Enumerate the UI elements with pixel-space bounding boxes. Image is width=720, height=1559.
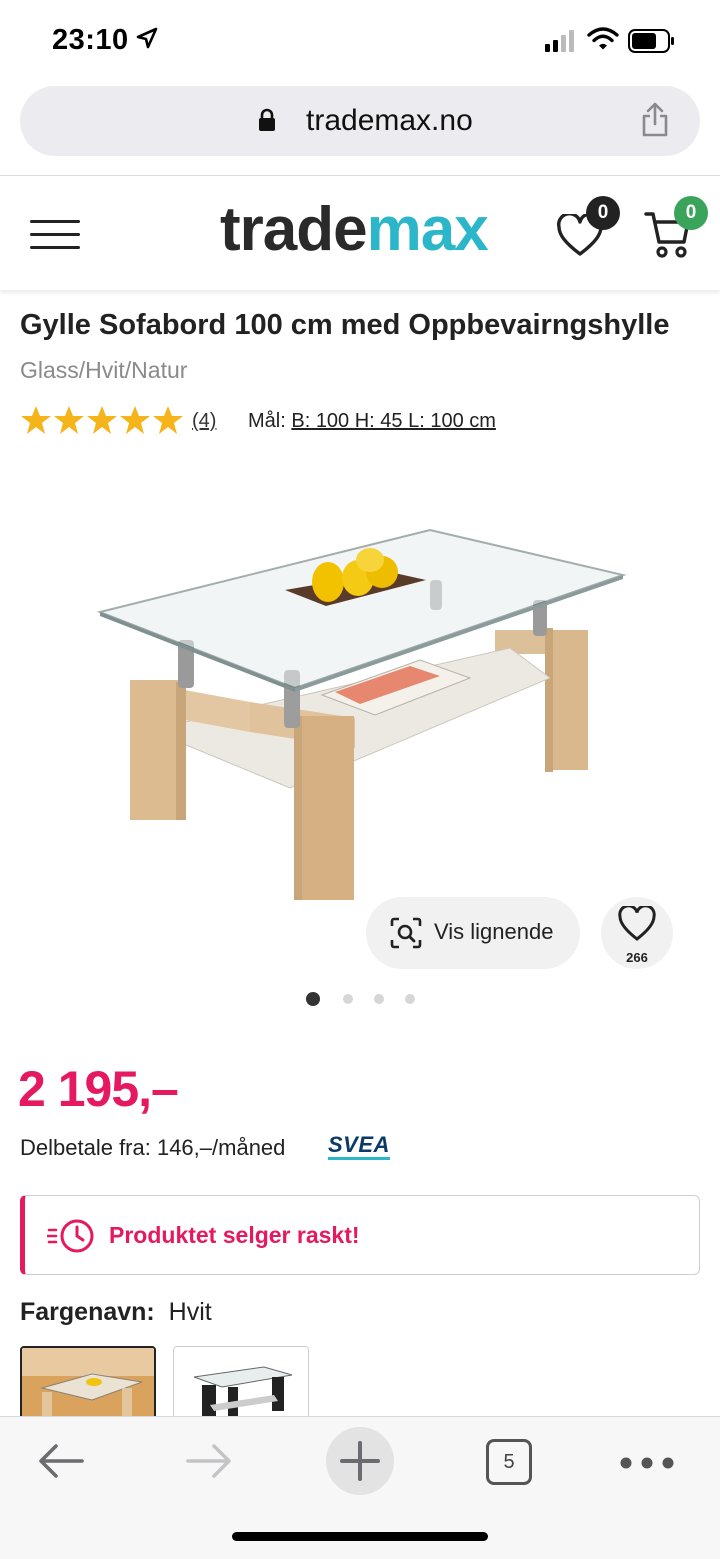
svea-logo[interactable]: SVEA bbox=[328, 1133, 390, 1160]
selling-fast-alert: Produktet selger raskt! bbox=[20, 1195, 700, 1275]
plus-icon bbox=[340, 1441, 380, 1481]
product-image[interactable] bbox=[90, 520, 630, 910]
location-arrow-icon bbox=[136, 27, 158, 49]
carousel-dot[interactable] bbox=[343, 994, 353, 1004]
heart-icon bbox=[618, 906, 656, 941]
hamburger-menu-icon[interactable] bbox=[30, 220, 80, 254]
trademax-logo[interactable]: trademax bbox=[220, 194, 489, 265]
product-variant: Glass/Hvit/Natur bbox=[20, 357, 188, 383]
carousel-dot[interactable] bbox=[405, 994, 415, 1004]
product-name: Gylle Sofabord 100 cm med Oppbevairngshy… bbox=[20, 309, 670, 341]
fast-clock-icon bbox=[47, 1219, 94, 1253]
dimensions: Mål: B: 100 H: 45 L: 100 cm bbox=[248, 410, 496, 433]
color-swatch-natur[interactable] bbox=[20, 1346, 156, 1426]
share-icon[interactable] bbox=[640, 102, 670, 138]
favorite-count: 266 bbox=[626, 950, 648, 965]
product-title: Gylle Sofabord 100 cm med Oppbevairngshy… bbox=[20, 303, 700, 392]
favorite-button[interactable]: 266 bbox=[601, 897, 673, 969]
status-bar: 23:10 bbox=[0, 0, 720, 82]
cart-count-badge: 0 bbox=[674, 196, 708, 230]
visual-search-icon bbox=[390, 917, 422, 949]
address-bar[interactable]: trademax.no bbox=[20, 86, 700, 156]
installment-text: Delbetale fra: 146,–/måned bbox=[20, 1135, 286, 1160]
carousel-dot[interactable] bbox=[306, 992, 320, 1006]
carousel-dot[interactable] bbox=[374, 994, 384, 1004]
vis-lignende-label: Vis lignende bbox=[434, 919, 554, 944]
url-text: trademax.no bbox=[306, 104, 473, 137]
tabs-button[interactable]: 5 bbox=[486, 1439, 532, 1485]
selling-fast-text: Produktet selger raskt! bbox=[109, 1222, 360, 1248]
more-icon[interactable] bbox=[620, 1455, 674, 1471]
color-name-label: Fargenavn: bbox=[20, 1298, 155, 1326]
new-tab-button[interactable] bbox=[326, 1427, 394, 1495]
star-rating-icon[interactable] bbox=[20, 404, 185, 436]
dimensions-label: Mål: bbox=[248, 410, 286, 432]
vis-lignende-button[interactable]: Vis lignende bbox=[366, 897, 580, 969]
dimensions-value[interactable]: B: 100 H: 45 L: 100 cm bbox=[291, 410, 496, 432]
color-swatch-svart[interactable] bbox=[173, 1346, 309, 1426]
review-count-link[interactable]: (4) bbox=[192, 410, 216, 433]
site-header: trademax bbox=[0, 176, 720, 290]
color-name-value: Hvit bbox=[168, 1298, 212, 1326]
product-price: 2 195,– bbox=[18, 1061, 179, 1117]
home-indicator[interactable] bbox=[232, 1532, 488, 1541]
lock-icon bbox=[259, 108, 275, 131]
battery-icon bbox=[628, 29, 674, 53]
back-arrow-icon[interactable] bbox=[36, 1441, 86, 1481]
forward-arrow-icon[interactable] bbox=[184, 1441, 234, 1481]
cellular-signal-icon bbox=[545, 30, 574, 52]
color-name-row: Fargenavn: Hvit bbox=[20, 1298, 212, 1327]
wishlist-count-badge: 0 bbox=[586, 196, 620, 230]
status-time: 23:10 bbox=[52, 24, 129, 56]
wifi-icon bbox=[587, 27, 619, 50]
